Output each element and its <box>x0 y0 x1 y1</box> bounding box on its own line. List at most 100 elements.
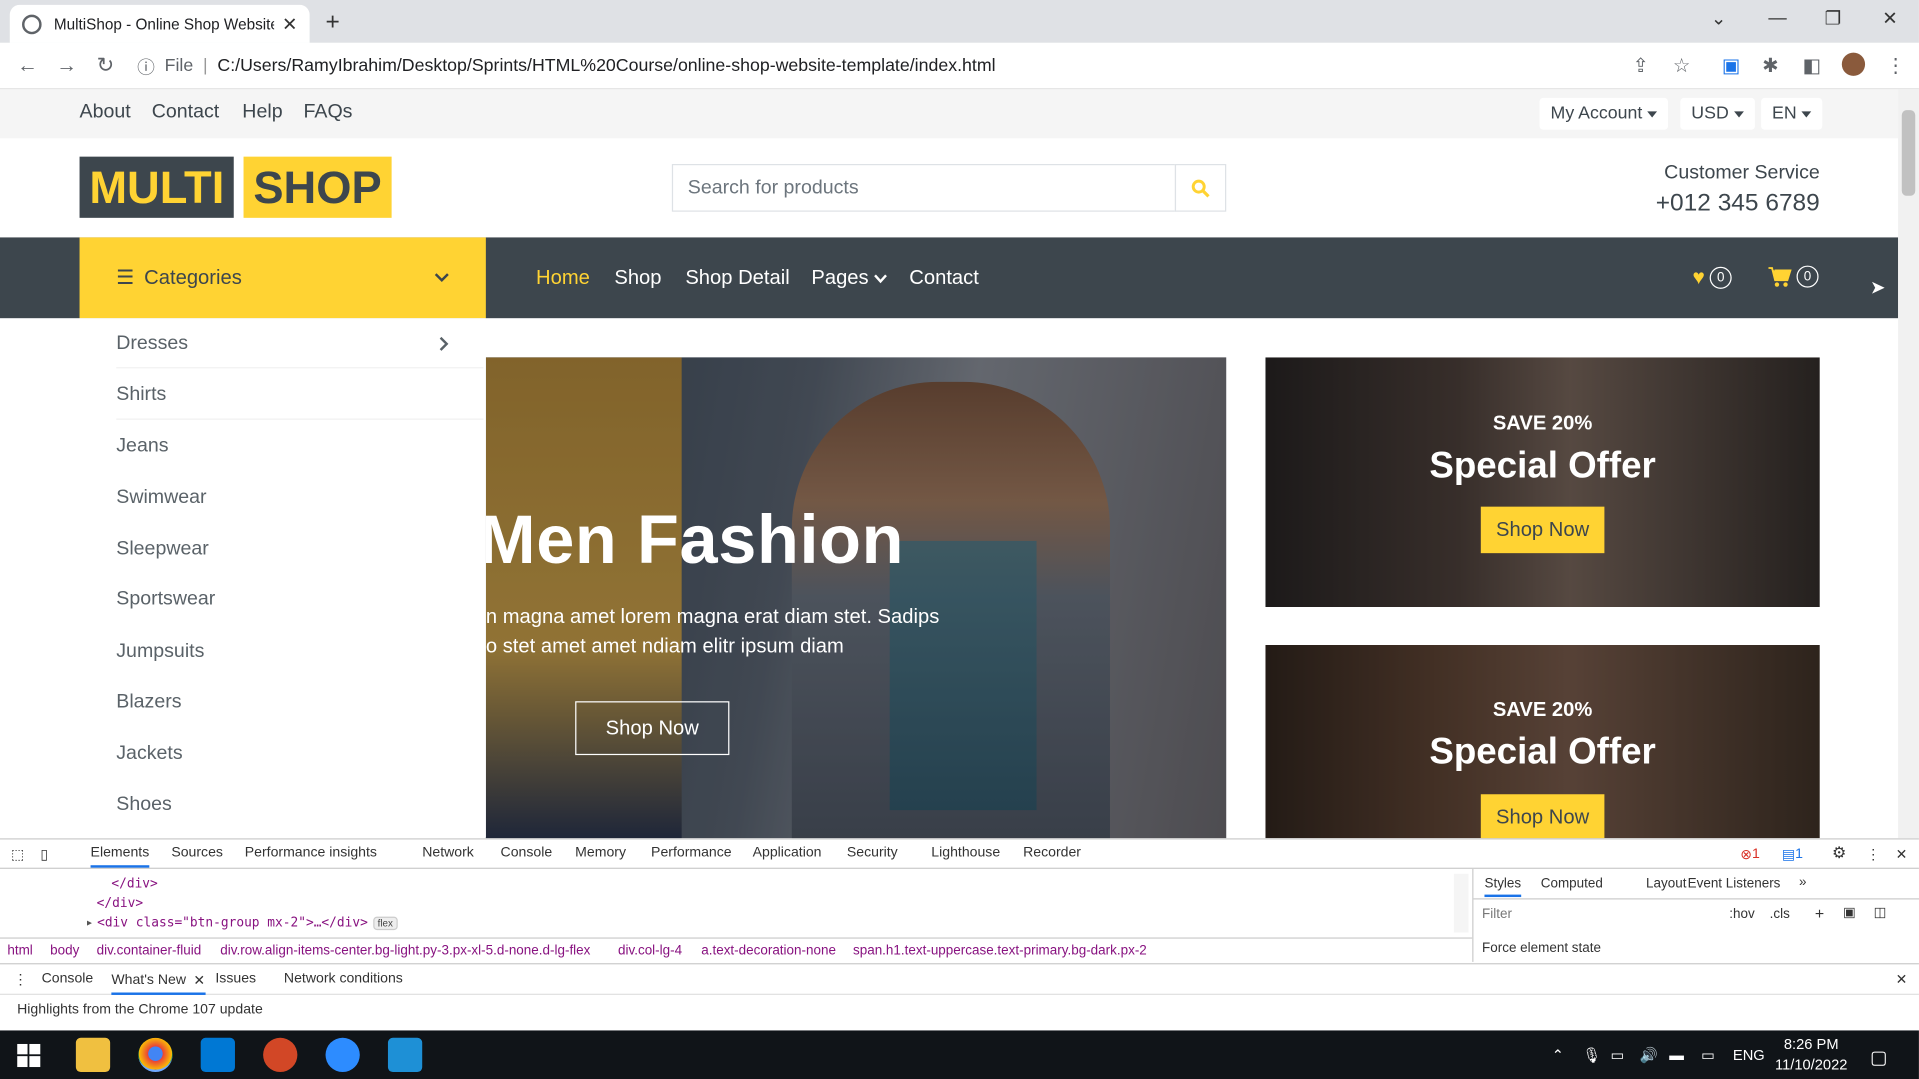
close-drawer-icon[interactable]: ✕ <box>1896 970 1908 988</box>
network-icon[interactable]: ▭ <box>1611 1046 1625 1063</box>
side-panel-icon[interactable]: ◧ <box>1803 54 1822 78</box>
dom-scrollbar[interactable] <box>1453 873 1469 933</box>
restore-button[interactable]: ❐ <box>1825 7 1841 30</box>
dom-line[interactable]: </div> <box>97 896 143 911</box>
search-input[interactable]: Search for products <box>671 163 1177 212</box>
windows-start-icon[interactable] <box>17 1043 41 1068</box>
microphone-icon[interactable]: 🎙 <box>1582 1046 1601 1063</box>
dom-line[interactable]: </div> <box>111 876 157 891</box>
nav-pages-dropdown[interactable]: Pages <box>811 267 887 290</box>
devtools-tab-recorder[interactable]: Recorder <box>1023 846 1081 861</box>
back-icon[interactable]: ← <box>17 54 38 78</box>
zoom-icon[interactable] <box>325 1037 360 1073</box>
devtools-tab-memory[interactable]: Memory <box>575 846 626 861</box>
battery-icon[interactable]: ▬ <box>1669 1046 1684 1063</box>
notifications-icon[interactable]: ▢ <box>1870 1046 1887 1069</box>
devtools-tab-performance-insights[interactable]: Performance insights <box>245 846 377 861</box>
minimize-button[interactable]: — <box>1768 7 1786 28</box>
info-icon[interactable]: ⓘ <box>137 53 155 79</box>
logo-multi[interactable]: MULTI <box>79 156 235 218</box>
computed-tab[interactable]: Computed <box>1541 876 1603 891</box>
styles-tab[interactable]: Styles <box>1484 876 1522 898</box>
chrome-icon[interactable] <box>138 1037 173 1073</box>
class-toggle[interactable]: .cls <box>1770 907 1790 922</box>
more-tabs-icon[interactable]: » <box>1799 875 1806 890</box>
breadcrumb-item[interactable]: div.col-lg-4 <box>618 944 682 959</box>
vscode-icon[interactable] <box>200 1037 235 1073</box>
breadcrumb-item[interactable]: div.row.align-items-center.bg-light.py-3… <box>220 944 590 959</box>
devtools-tab-sources[interactable]: Sources <box>171 846 223 861</box>
browser-tab[interactable]: MultiShop - Online Shop Website Template… <box>9 4 310 43</box>
volume-icon[interactable]: 🔊 <box>1640 1046 1658 1063</box>
categories-toggle[interactable]: ☰ Categories <box>79 237 486 319</box>
drawer-tab-whats-new[interactable]: What's New ✕ <box>111 972 206 995</box>
input-language[interactable]: ENG <box>1733 1046 1765 1063</box>
topbar-link-faqs[interactable]: FAQs <box>304 102 353 124</box>
drawer-tab-network-conditions[interactable]: Network conditions <box>284 972 403 987</box>
tray-overflow-icon[interactable]: ⌃ <box>1552 1046 1564 1063</box>
translate-extension-icon[interactable]: ▣ <box>1722 54 1741 78</box>
flex-badge[interactable]: flex <box>372 916 398 930</box>
category-blazers[interactable]: Blazers <box>116 691 181 713</box>
computed-styles-icon[interactable]: ▣ <box>1843 904 1856 921</box>
forward-icon[interactable]: → <box>56 54 77 78</box>
nav-home[interactable]: Home <box>536 267 590 290</box>
close-devtools-icon[interactable]: ✕ <box>1896 846 1908 863</box>
nav-contact[interactable]: Contact <box>909 267 979 290</box>
page-scrollbar-thumb[interactable] <box>1901 110 1916 196</box>
cart-button[interactable]: 0 <box>1768 265 1819 288</box>
app-icon[interactable] <box>387 1037 423 1073</box>
devtools-tab-application[interactable]: Application <box>753 846 822 861</box>
devtools-tab-lighthouse[interactable]: Lighthouse <box>931 846 1000 861</box>
profile-avatar[interactable] <box>1841 52 1866 76</box>
device-toolbar-icon[interactable]: ▯ <box>40 846 48 863</box>
styles-filter-input[interactable]: Filter <box>1482 907 1512 922</box>
breadcrumb-item[interactable]: div.container-fluid <box>97 944 202 959</box>
devtools-tab-performance[interactable]: Performance <box>651 846 732 861</box>
force-element-state[interactable]: Force element state <box>1482 941 1601 956</box>
category-shirts[interactable]: Shirts <box>116 384 166 406</box>
breadcrumb-item[interactable]: body <box>50 944 79 959</box>
category-shoes[interactable]: Shoes <box>116 794 172 816</box>
display-icon[interactable]: ▭ <box>1701 1046 1715 1063</box>
share-icon[interactable]: ⇪ <box>1633 54 1649 78</box>
logo-shop[interactable]: SHOP <box>243 156 392 218</box>
devtools-tab-network[interactable]: Network <box>422 846 474 861</box>
new-style-rule-icon[interactable]: + <box>1815 904 1824 922</box>
drawer-menu-icon[interactable]: ⋮ <box>13 970 27 988</box>
inspect-element-icon[interactable]: ⬚ <box>11 846 24 863</box>
topbar-link-about[interactable]: About <box>80 102 131 124</box>
settings-gear-icon[interactable]: ⚙ <box>1832 843 1846 863</box>
close-tab-icon[interactable]: ✕ <box>282 13 297 35</box>
category-jeans[interactable]: Jeans <box>116 436 168 458</box>
hero-carousel[interactable]: Men Fashion n magna amet lorem magna era… <box>485 357 1227 839</box>
breadcrumb-item[interactable]: a.text-decoration-none <box>701 944 836 959</box>
toggle-sidebar-icon[interactable]: ◫ <box>1874 904 1887 921</box>
hover-state-toggle[interactable]: :hov <box>1729 907 1754 922</box>
hero-shop-now-button[interactable]: Shop Now <box>575 701 730 756</box>
topbar-link-contact[interactable]: Contact <box>152 102 219 124</box>
category-swimwear[interactable]: Swimwear <box>116 487 206 509</box>
drawer-tab-issues[interactable]: Issues <box>215 972 256 987</box>
file-explorer-icon[interactable] <box>75 1037 111 1073</box>
taskbar-clock[interactable]: 8:26 PM 11/10/2022 <box>1762 1034 1860 1076</box>
my-account-dropdown[interactable]: My Account <box>1539 97 1668 130</box>
devtools-more-icon[interactable]: ⋮ <box>1866 846 1880 863</box>
category-sleepwear[interactable]: Sleepwear <box>116 538 209 560</box>
nav-shop-detail[interactable]: Shop Detail <box>685 267 789 290</box>
message-count-badge[interactable]: ▤ 1 <box>1782 846 1803 863</box>
category-jumpsuits[interactable]: Jumpsuits <box>116 641 204 663</box>
address-input[interactable]: ⓘ File | C:/Users/RamyIbrahim/Desktop/Sp… <box>137 50 1667 82</box>
close-tab-icon[interactable]: ✕ <box>193 972 205 989</box>
event-listeners-tab[interactable]: Event Listeners <box>1688 876 1781 891</box>
offer-shop-now-button[interactable]: Shop Now <box>1480 506 1605 554</box>
nav-shop[interactable]: Shop <box>614 267 661 290</box>
browser-menu-icon[interactable]: ⋮ <box>1886 54 1906 78</box>
error-count-badge[interactable]: ⊗ 1 <box>1740 846 1760 863</box>
devtools-tab-security[interactable]: Security <box>847 846 898 861</box>
extensions-icon[interactable]: ✱ <box>1762 54 1778 78</box>
bookmark-star-icon[interactable]: ☆ <box>1673 54 1691 78</box>
breadcrumb-item[interactable]: span.h1.text-uppercase.text-primary.bg-d… <box>853 944 1147 959</box>
devtools-tab-console[interactable]: Console <box>501 846 553 861</box>
page-scrollbar[interactable] <box>1898 89 1919 839</box>
